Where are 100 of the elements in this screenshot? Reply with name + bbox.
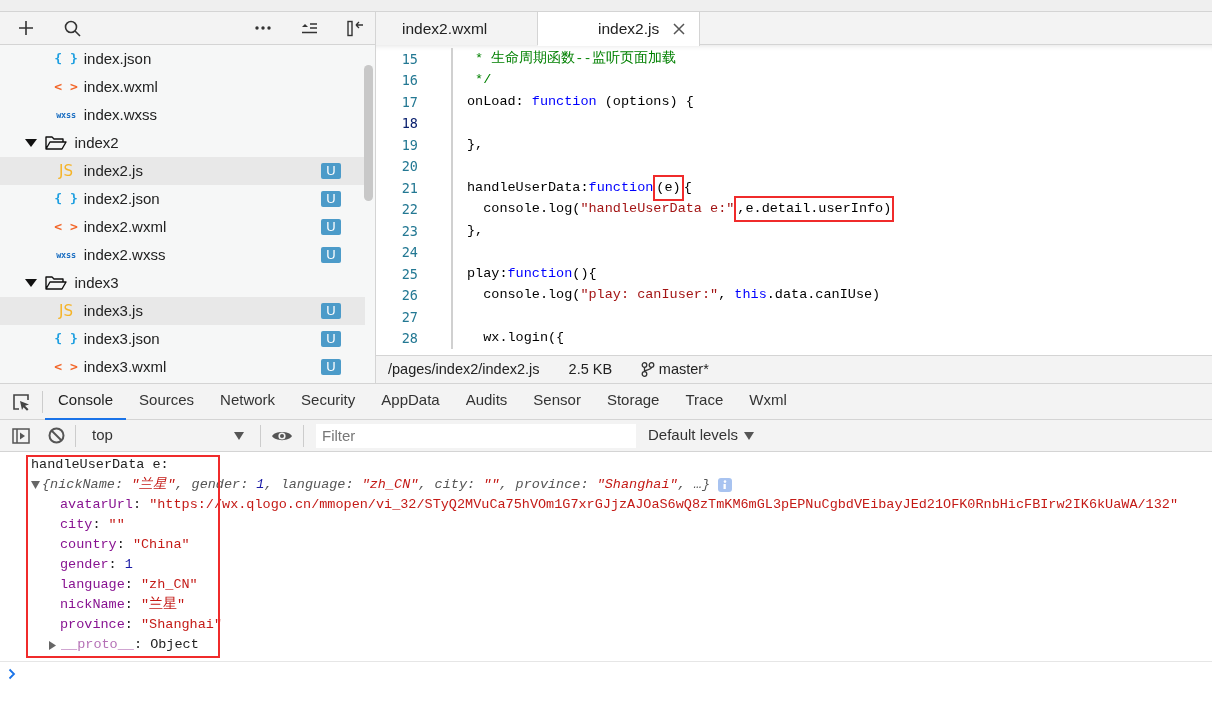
line-number: 28 [400, 329, 418, 349]
folder-icon [45, 275, 67, 291]
file-item[interactable]: JS index2.js U [0, 157, 365, 185]
folder-icon [45, 135, 67, 151]
sidebar-toggle-icon[interactable] [12, 427, 30, 444]
status-badge: U [321, 303, 341, 319]
file-name: index2.js [83, 160, 143, 181]
file-item[interactable]: { } index2.json U [0, 185, 365, 213]
status-badge: U [321, 247, 341, 263]
file-item[interactable]: { } index.json [0, 45, 365, 73]
collapse-icon[interactable] [301, 22, 317, 34]
file-type-icon: < > [52, 77, 80, 97]
line-number: 17 [400, 92, 418, 112]
file-item[interactable]: { } index3.json U [0, 325, 365, 353]
code-line: }, [451, 134, 484, 156]
clear-icon[interactable] [48, 427, 65, 444]
devtools-tab[interactable]: Sensor [520, 383, 594, 420]
file-name: index2.wxss [83, 244, 166, 265]
file-size: 2.5 KB [568, 359, 613, 379]
property-line: nickName: "兰星" [60, 595, 186, 614]
code-line: }, [451, 220, 484, 242]
file-path: /pages/index2/index2.js [388, 359, 540, 379]
prompt-icon[interactable] [8, 667, 16, 680]
editor-tab[interactable]: index2.wxml [376, 12, 538, 45]
status-badge: U [321, 359, 341, 375]
line-number: 15 [400, 49, 418, 69]
editor-tab[interactable]: index2.js [538, 12, 700, 46]
file-type-icon: JS [52, 159, 80, 183]
branch-name: master* [658, 359, 709, 379]
file-name: index2.json [83, 188, 160, 209]
folder-name[interactable]: index3 [74, 271, 119, 295]
line-number: 27 [400, 307, 418, 327]
file-item[interactable]: < > index.wxml [0, 73, 365, 101]
caret-icon[interactable] [25, 278, 37, 288]
add-icon[interactable] [18, 20, 34, 36]
caret-icon [744, 431, 755, 440]
file-item[interactable]: wxss index.wxss [0, 101, 365, 129]
code-line: console.log("play: canIuser:", this.data.canIUse) [451, 284, 881, 306]
status-badge: U [321, 191, 341, 207]
devtools-tab[interactable]: Sources [126, 383, 208, 420]
line-number: 25 [400, 264, 418, 284]
filter-field[interactable]: Filter [316, 423, 636, 448]
expand-icon[interactable] [31, 481, 40, 489]
property-line: __proto__: Object [61, 635, 199, 654]
caret-icon [234, 431, 244, 440]
code-line: * 生命周期函数--监听页面加载 [451, 48, 676, 70]
line-number: 21 [400, 178, 418, 198]
status-badge: U [321, 219, 341, 235]
file-item[interactable]: wxss index2.wxss U [0, 241, 365, 269]
line-number: 23 [400, 221, 418, 241]
file-name: index.json [83, 48, 152, 69]
devtools-tab[interactable]: Audits [452, 383, 521, 420]
code-line: handleUserData:function (e) { [451, 177, 692, 199]
console-message: handleUserData e: [30, 455, 170, 474]
file-type-icon: { } [52, 49, 80, 69]
file-type-icon: JS [52, 299, 80, 323]
file-type-icon: { } [52, 189, 80, 209]
line-number: 24 [400, 243, 418, 263]
file-type-icon: { } [52, 329, 80, 349]
line-number: 22 [400, 200, 418, 220]
devtools-tab[interactable]: Wxml [736, 383, 800, 420]
line-number: 20 [400, 157, 418, 177]
devtools-tab[interactable]: Network [207, 383, 289, 420]
more-icon[interactable] [255, 26, 271, 30]
code-line: console.log("handleUserData e:" ,e.detail.userInfo) [451, 198, 895, 220]
line-number: 26 [400, 286, 418, 306]
file-name: index3.js [83, 300, 143, 321]
property-line: language: "zh_CN" [60, 575, 198, 594]
folder-name[interactable]: index2 [74, 131, 119, 155]
devtools-tab[interactable]: Security [288, 383, 369, 420]
scrollbar[interactable] [364, 65, 373, 201]
levels-dropdown[interactable]: Default levels [642, 423, 761, 448]
status-badge: U [321, 163, 341, 179]
file-name: index2.wxml [83, 216, 167, 237]
context-select[interactable]: top [86, 422, 250, 449]
property-line: city: "" [60, 515, 125, 534]
close-icon[interactable] [673, 23, 685, 35]
line-number: 19 [400, 135, 418, 155]
file-type-icon: wxss [52, 108, 80, 122]
file-item[interactable]: < > index3.wxml U [0, 353, 365, 381]
code-line: play:function(){ [451, 263, 597, 285]
file-name: index3.json [83, 328, 160, 349]
expand-icon[interactable] [48, 640, 57, 650]
file-item[interactable]: < > index2.wxml U [0, 213, 365, 241]
line-number: 18 [400, 114, 418, 134]
line-number: 16 [400, 71, 418, 91]
devtools-tab[interactable]: AppData [368, 383, 453, 420]
devtools-tab[interactable]: Trace [672, 383, 737, 420]
search-icon[interactable] [64, 19, 81, 37]
inspect-icon[interactable] [12, 392, 30, 411]
file-name: index3.wxml [83, 356, 167, 377]
file-item[interactable]: JS index3.js U [0, 297, 365, 325]
file-type-icon: wxss [52, 248, 80, 262]
caret-icon[interactable] [25, 138, 37, 148]
file-type-icon: < > [52, 217, 80, 237]
branch-icon [641, 362, 656, 377]
sidebar-collapse-icon[interactable] [347, 19, 363, 37]
code-line: */ [451, 69, 492, 91]
file-name: index.wxss [83, 104, 158, 125]
devtools-tab[interactable]: Storage [593, 383, 673, 420]
